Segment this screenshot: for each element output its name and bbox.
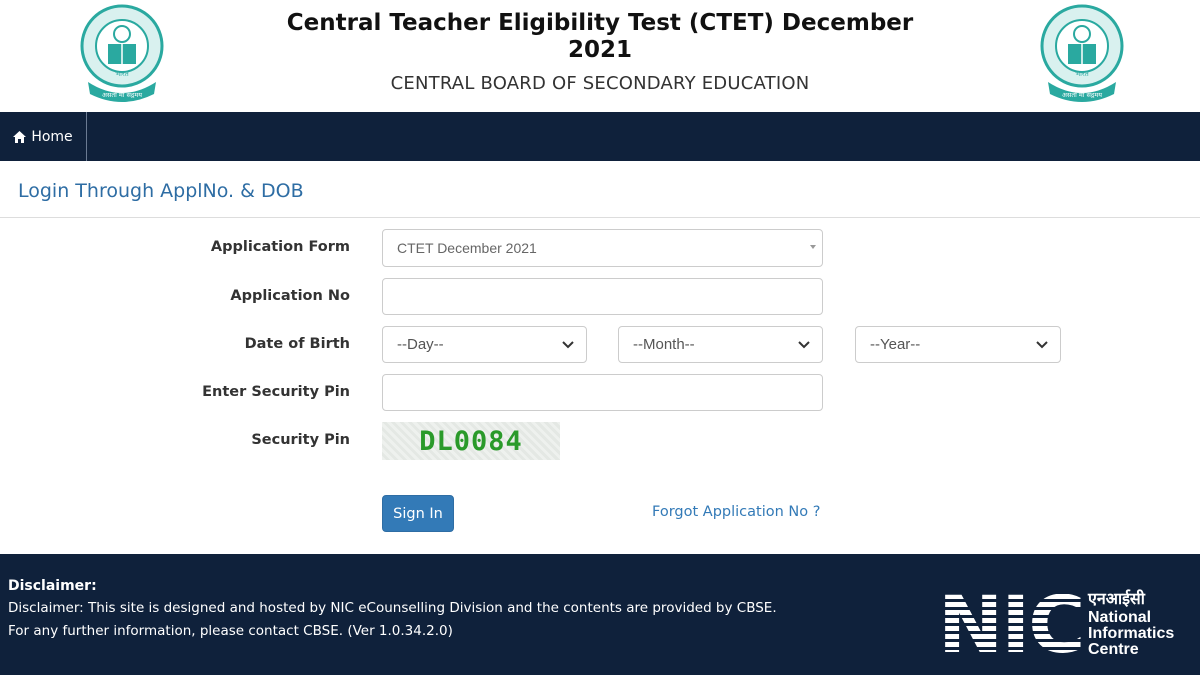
application-form-value: CTET December 2021 (397, 240, 537, 256)
svg-text:भारत: भारत (1075, 70, 1090, 78)
svg-text:Informatics: Informatics (1088, 625, 1174, 642)
page-title-line1: Central Teacher Eligibility Test (CTET) … (286, 10, 914, 36)
sign-in-button[interactable]: Sign In (382, 495, 454, 532)
cbse-logo-left: भारत असतो मा सद्गमय (80, 4, 164, 102)
svg-text:असतो मा सद्गमय: असतो मा सद्गमय (102, 91, 142, 99)
svg-text:असतो मा सद्गमय: असतो मा सद्गमय (1062, 91, 1102, 99)
security-pin-input[interactable] (382, 374, 823, 411)
captcha-image: DL0084 (382, 422, 560, 460)
security-pin-label: Security Pin (251, 432, 350, 448)
chevron-down-icon (562, 341, 574, 349)
enter-security-pin-label: Enter Security Pin (202, 384, 350, 400)
svg-text:एनआईसी: एनआईसी (1087, 589, 1146, 608)
application-form-label: Application Form (210, 239, 350, 255)
chevron-down-icon (798, 341, 810, 349)
cbse-logo-right: भारत असतो मा सद्गमय (1040, 4, 1124, 102)
nav-home-link[interactable]: Home (0, 112, 87, 161)
nic-logo: NIC एनआईसी National Informatics Centre (938, 586, 1174, 660)
dob-year-select[interactable]: --Year-- (855, 326, 1061, 363)
application-no-input[interactable] (382, 278, 823, 315)
nav-home-label: Home (31, 128, 73, 145)
site-header: भारत असतो मा सद्गमय Central Teacher Elig… (0, 0, 1200, 112)
board-name: CENTRAL BOARD OF SECONDARY EDUCATION (390, 73, 810, 94)
application-no-label: Application No (230, 288, 350, 304)
login-heading: Login Through ApplNo. & DOB (18, 180, 304, 202)
dob-year-value: --Year-- (870, 336, 921, 353)
forgot-application-no-link[interactable]: Forgot Application No ? (652, 504, 820, 520)
dob-day-select[interactable]: --Day-- (382, 326, 587, 363)
site-footer: Disclaimer: Disclaimer: This site is des… (0, 554, 1200, 675)
dob-month-value: --Month-- (633, 336, 695, 353)
top-navbar: Home (0, 112, 1200, 161)
svg-text:NIC: NIC (938, 586, 1084, 660)
dob-day-value: --Day-- (397, 336, 444, 353)
chevron-down-icon (1036, 341, 1048, 349)
svg-text:National: National (1088, 609, 1151, 626)
dob-month-select[interactable]: --Month-- (618, 326, 823, 363)
dob-label: Date of Birth (244, 336, 350, 352)
page-title-line2: 2021 (567, 37, 632, 63)
select-caret-icon (810, 245, 816, 249)
svg-text:भारत: भारत (115, 70, 130, 78)
disclaimer-title: Disclaimer: (8, 578, 97, 594)
home-icon (13, 130, 27, 143)
disclaimer-line-1: Disclaimer: This site is designed and ho… (8, 600, 777, 616)
application-form-select[interactable]: CTET December 2021 (382, 229, 823, 267)
disclaimer-line-2: For any further information, please cont… (8, 623, 453, 639)
svg-text:Centre: Centre (1088, 641, 1139, 658)
title-block: Central Teacher Eligibility Test (CTET) … (280, 10, 920, 94)
heading-divider (0, 217, 1200, 218)
